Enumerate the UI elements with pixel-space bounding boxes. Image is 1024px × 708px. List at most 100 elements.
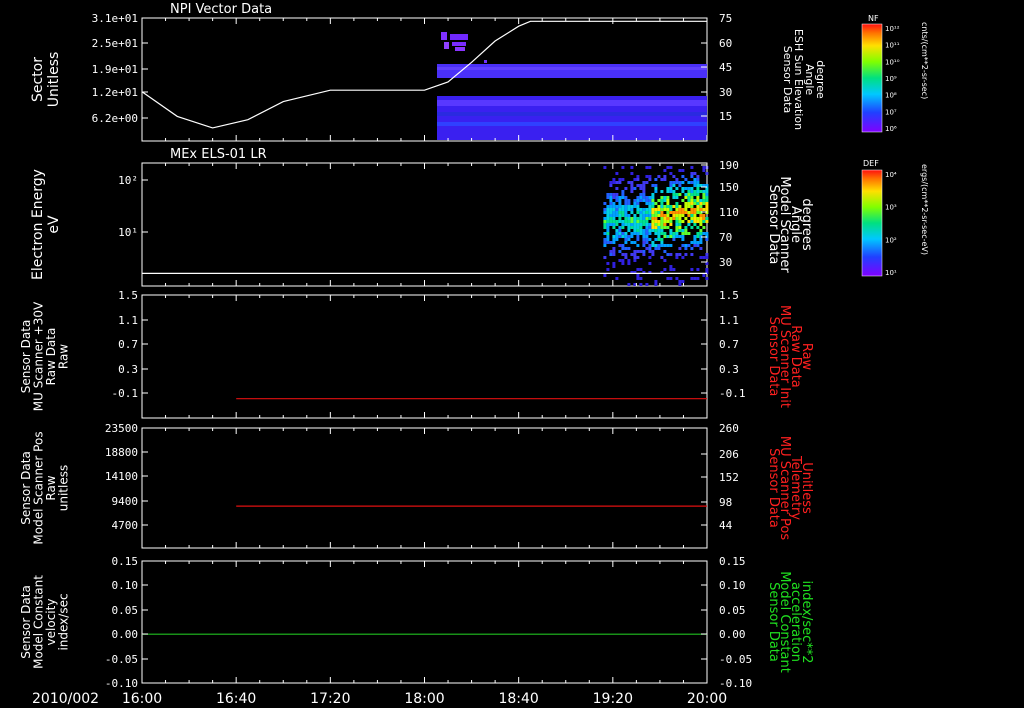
spectrogram-cell [651,217,655,220]
spectrogram-cell [621,262,625,265]
spectrogram-cell [696,178,700,181]
spectrogram-cell [636,184,640,187]
spectrogram-cell [669,208,673,211]
right-tick-label: 152 [719,471,739,484]
spectrogram-cell [636,175,640,178]
spectrogram-cell [678,181,682,184]
spectrogram-cell [615,199,619,202]
spectrogram-cell [666,277,670,280]
spectrogram-cell [651,211,655,214]
panel-mu-scanner-raw: 1.5 1.1 0.7 0.3 -0.1 1.5 1.1 0.7 0.3 -0.1 Sensor… [19,289,814,419]
spectrogram-cell [627,223,631,226]
spectrogram-cell [612,202,616,205]
spectrogram-cell [630,232,634,235]
right-tick-label: 1.1 [719,314,739,327]
spectrogram-cell [633,226,637,229]
spectrogram-cell [633,214,637,217]
spectrogram-cell [678,235,682,238]
spectrogram-cell [705,277,709,280]
spectrogram-cell [696,232,700,235]
spectrogram-cell [618,205,622,208]
spectrogram-cell [621,232,625,235]
spectrogram-cell [699,190,703,193]
spectrogram-cell [702,232,706,235]
spectrogram-cell [705,208,709,211]
spectrogram-cell [636,196,640,199]
spectrogram-cell [648,226,652,229]
heatmap-cell [441,32,447,40]
spectrogram-cell [660,244,664,247]
right-tick-label: 15 [719,110,732,123]
spectrogram-cell [657,223,661,226]
spectrogram-cell [615,235,619,238]
y-tick-label: 6.2e+00 [92,112,138,125]
spectrogram-cell [636,244,640,247]
spectrogram-cell [672,268,676,271]
spectrogram-cell [648,262,652,265]
spectrogram-cell [675,196,679,199]
spectrogram-cell [654,238,658,241]
spectrogram-cell [645,238,649,241]
plot-frame [141,560,708,684]
spectrogram-cell [618,232,622,235]
spectrogram-cell [639,232,643,235]
spectrogram-cell [645,196,649,199]
spectrogram-cell [648,214,652,217]
spectrogram-cell [654,190,658,193]
spectrogram-cell [669,253,673,256]
spectrogram-cell [633,232,637,235]
spectrogram-cell [615,193,619,196]
spectrogram-cell [645,208,649,211]
spectrogram-cell [681,190,685,193]
spectrogram-cell [696,190,700,193]
spectrogram-cell [618,220,622,223]
spectrogram-cell [627,247,631,250]
spectrogram-cell [705,220,709,223]
spectrogram-cell [612,247,616,250]
y-axis-label-line: Raw [57,344,71,369]
y-tick-label: 0.15 [112,555,139,568]
spectrogram-cell [702,166,706,169]
right-tick-label: 110 [719,206,739,219]
spectrogram-cell [675,205,679,208]
y-axis-label-line: eV [46,215,62,234]
spectrogram-cell [681,235,685,238]
colorbar-def: DEF 10⁴ 10³ 10² 10¹ ergs/(cm**2-sr-sec-eV) [861,159,929,277]
spectrogram-cell [645,166,649,169]
spectrogram-cell [660,190,664,193]
spectrogram-cell [642,187,646,190]
spectrogram-cell [633,217,637,220]
right-axis-label: Sensor DataModel Constantaccelerationind… [766,571,814,673]
spectrogram-cell [681,199,685,202]
spectrogram-cell [645,217,649,220]
y-axis-label-line: Unitless [46,52,62,108]
spectrogram-cell [609,211,613,214]
spectrogram-cell [693,214,697,217]
time-axis: 2010/002 16:00 16:40 17:20 18:00 18:40 19:20 2… [32,691,727,707]
spectrogram-cell [702,208,706,211]
spectrogram-cell [648,205,652,208]
spectrogram-cell [684,193,688,196]
spectrogram-cell [663,235,667,238]
spectrogram-cell [696,235,700,238]
spectrogram-cell [669,187,673,190]
spectrogram-cell [639,223,643,226]
spectrogram-cell [636,229,640,232]
heatmap-band [437,67,707,70]
spectrogram-cell [672,238,676,241]
heatmap-band [437,64,707,78]
spectrogram-cell [696,193,700,196]
right-tick-label: 0.05 [719,604,746,617]
spectrogram-cell [681,214,685,217]
spectrogram-cell [654,244,658,247]
spectrogram-cell [603,223,607,226]
spectrogram-cell [663,214,667,217]
spectrogram-cell [693,181,697,184]
spectrogram-cell [639,283,643,286]
time-tick-label: 18:00 [404,691,444,707]
spectrogram-cell [669,181,673,184]
spectrogram-cell [606,217,610,220]
colorbar-label: NF [868,14,879,23]
spectrogram-cell [669,229,673,232]
time-tick-label: 18:40 [498,691,538,707]
